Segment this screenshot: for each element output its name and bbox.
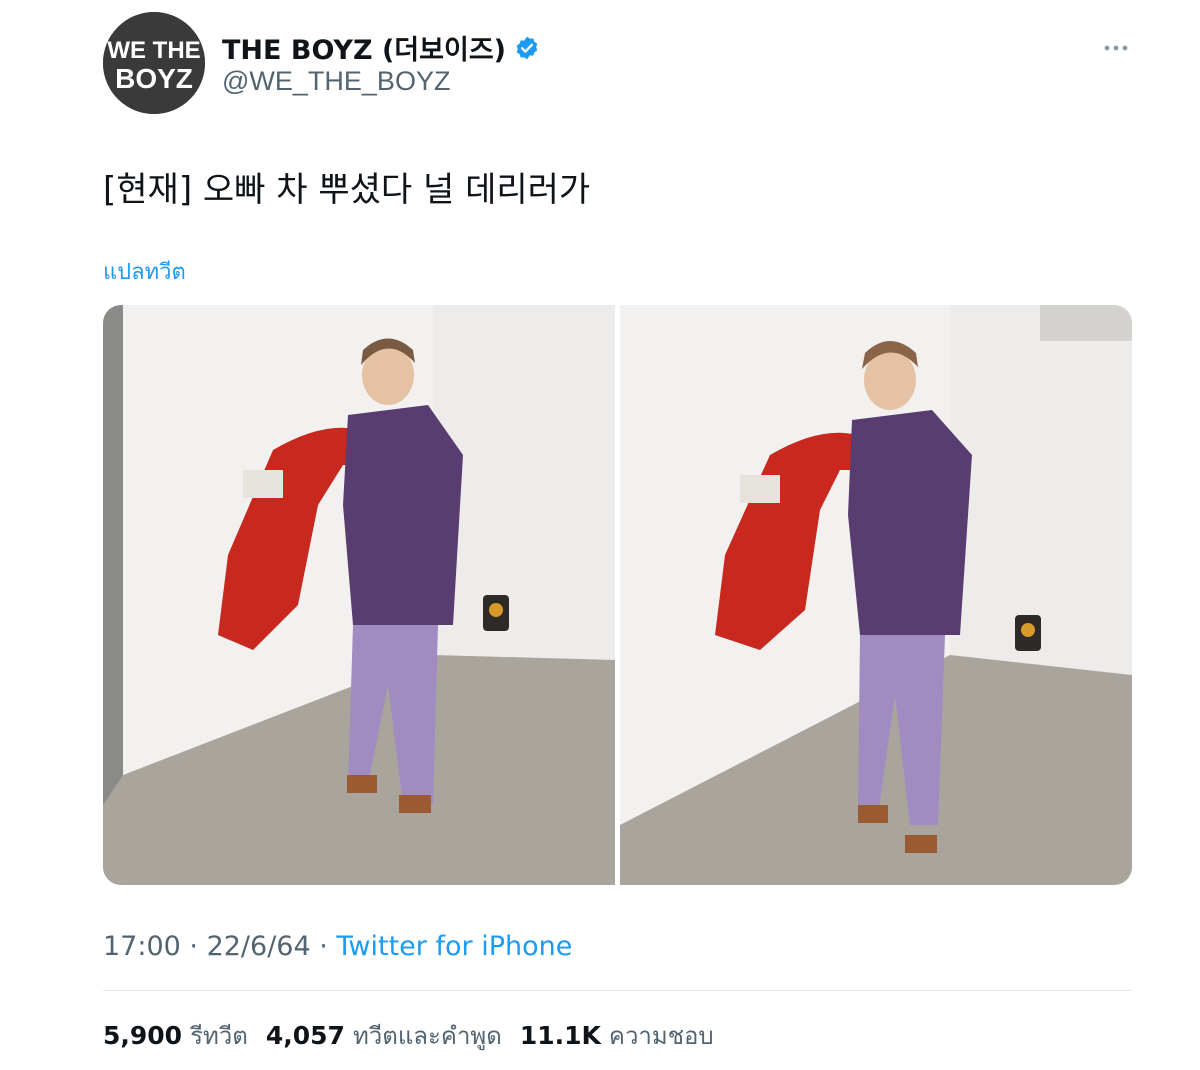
likes-count: 11.1K: [519, 1021, 601, 1050]
svg-text:WE THE: WE THE: [107, 37, 200, 64]
avatar-logo: WE THE BOYZ: [103, 12, 205, 114]
verified-badge-icon: [514, 35, 540, 61]
more-horizontal-icon[interactable]: [1098, 36, 1134, 60]
display-name[interactable]: THE BOYZ (더보이즈): [222, 28, 540, 67]
user-handle[interactable]: @WE_THE_BOYZ: [222, 66, 450, 97]
avatar[interactable]: WE THE BOYZ: [103, 12, 205, 114]
tweet-photo-2[interactable]: [620, 305, 1132, 885]
tweet-stats: 5,900 รีทวีต 4,057 ทวีตและคำพูด 11.1K ความช…: [103, 1016, 732, 1055]
quotes-count: 4,057: [265, 1021, 345, 1050]
quotes-stat[interactable]: 4,057 ทวีตและคำพูด: [266, 1016, 502, 1055]
retweets-stat[interactable]: 5,900 รีทวีต: [103, 1016, 248, 1055]
divider: [103, 990, 1132, 991]
svg-text:BOYZ: BOYZ: [115, 63, 193, 94]
retweets-label: รีทวีต: [190, 1022, 248, 1050]
likes-label: ความชอบ: [608, 1022, 714, 1050]
tweet-text: [현재] 오빠 차 뿌셨다 널 데리러가: [103, 170, 591, 210]
tweet-source-link[interactable]: Twitter for iPhone: [336, 931, 572, 962]
translate-tweet-link[interactable]: แปลทวีต: [103, 254, 186, 289]
tweet-time[interactable]: 17:00: [103, 931, 181, 962]
likes-stat[interactable]: 11.1K ความชอบ: [520, 1016, 714, 1055]
tweet-photo-1[interactable]: [103, 305, 615, 885]
retweets-count: 5,900: [103, 1021, 183, 1050]
display-name-text: THE BOYZ (더보이즈): [222, 35, 506, 66]
meta-separator-2: ·: [310, 931, 337, 962]
meta-separator: ·: [180, 931, 207, 962]
tweet-timestamp: 17:00 · 22/6/64 · Twitter for iPhone: [103, 931, 572, 962]
tweet-media: [103, 305, 1132, 885]
quotes-label: ทวีตและคำพูด: [352, 1022, 502, 1050]
tweet-date[interactable]: 22/6/64: [207, 931, 311, 962]
